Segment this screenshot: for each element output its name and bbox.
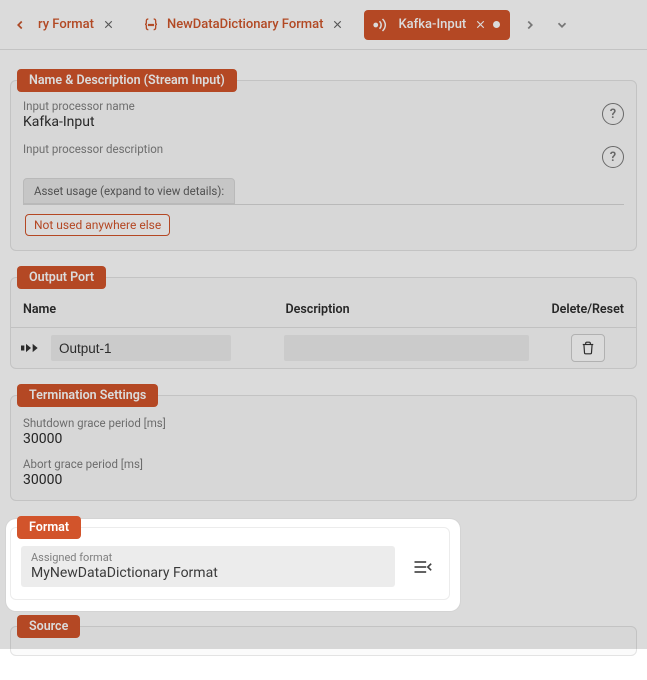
- assigned-format-field[interactable]: Assigned format MyNewDataDictionary Form…: [21, 546, 395, 587]
- panel-format: Format Assigned format MyNewDataDictiona…: [10, 527, 450, 600]
- format-label: Assigned format: [31, 551, 385, 564]
- tab-format-partial[interactable]: ry Format: [38, 10, 125, 40]
- stream-input-icon: [372, 18, 390, 32]
- braces-icon: [143, 17, 159, 33]
- section-header: Name & Description (Stream Input): [17, 69, 237, 92]
- tab-label: Kafka-Input: [398, 17, 466, 32]
- dirty-indicator-icon: [493, 21, 500, 28]
- shutdown-label: Shutdown grace period [ms]: [23, 416, 624, 430]
- tab-label: NewDataDictionary Format: [167, 17, 323, 32]
- tab-scroll-left[interactable]: [6, 11, 34, 39]
- shutdown-value[interactable]: 30000: [23, 431, 624, 447]
- help-icon[interactable]: ?: [602, 146, 624, 168]
- format-value: MyNewDataDictionary Format: [31, 565, 385, 581]
- output-port-table: Name Description Delete/Reset: [11, 292, 636, 368]
- usage-chip: Not used anywhere else: [25, 214, 170, 236]
- col-name: Name: [11, 292, 274, 328]
- port-handle-icon[interactable]: [21, 342, 45, 354]
- name-label: Input processor name: [23, 99, 602, 113]
- col-delete: Delete/Reset: [539, 292, 636, 328]
- close-icon[interactable]: [102, 18, 115, 31]
- col-description: Description: [274, 292, 540, 328]
- section-header: Termination Settings: [17, 384, 158, 407]
- abort-label: Abort grace period [ms]: [23, 457, 624, 471]
- tab-kafka-input[interactable]: Kafka-Input: [364, 10, 510, 40]
- panel-termination: Termination Settings Shutdown grace peri…: [10, 395, 637, 501]
- tab-newdatadictionary[interactable]: NewDataDictionary Format: [135, 10, 354, 40]
- close-icon[interactable]: [474, 18, 487, 31]
- close-icon[interactable]: [331, 18, 344, 31]
- description-label: Input processor description: [23, 142, 602, 156]
- delete-button[interactable]: [571, 334, 605, 362]
- section-header: Source: [17, 615, 80, 638]
- tabs-bar: ry Format NewDataDictionary Format Kafka…: [0, 0, 647, 50]
- help-icon[interactable]: ?: [602, 103, 624, 125]
- tab-overflow-menu[interactable]: [548, 11, 576, 39]
- select-format-button[interactable]: [405, 552, 439, 582]
- tab-label: ry Format: [38, 17, 94, 32]
- name-value[interactable]: Kafka-Input: [23, 114, 602, 130]
- port-description-input[interactable]: [284, 335, 530, 361]
- section-header: Format: [17, 516, 81, 539]
- port-name-input[interactable]: [51, 335, 231, 361]
- section-header: Output Port: [17, 266, 106, 289]
- panel-source: Source: [10, 626, 637, 656]
- table-row: [11, 328, 636, 369]
- tab-scroll-right[interactable]: [516, 11, 544, 39]
- asset-usage-expander[interactable]: Asset usage (expand to view details):: [23, 178, 235, 204]
- panel-name-description: Name & Description (Stream Input) Input …: [10, 80, 637, 251]
- panel-output-port: Output Port Name Description Delete/Rese…: [10, 277, 637, 369]
- abort-value[interactable]: 30000: [23, 472, 624, 488]
